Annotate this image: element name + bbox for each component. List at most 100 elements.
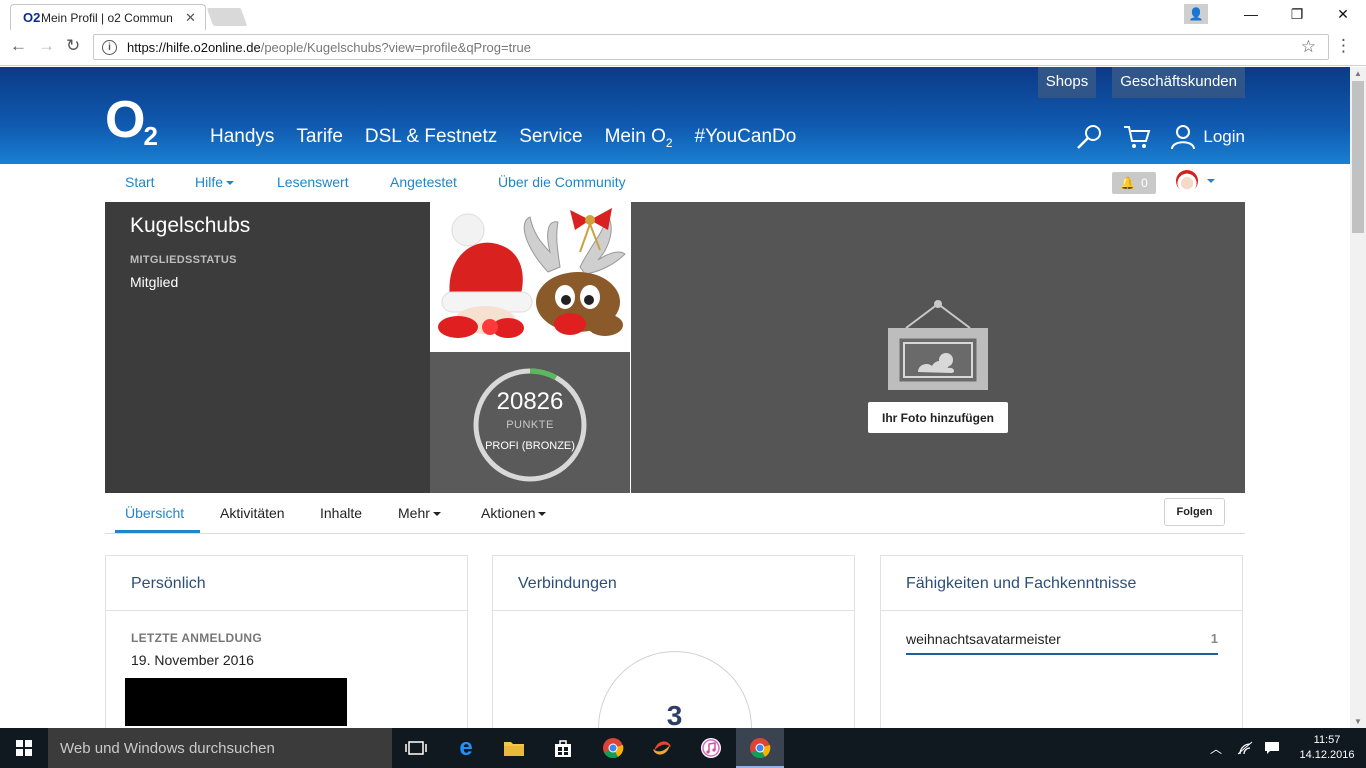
skills-card-title: Fähigkeiten und Fachkenntnisse (881, 556, 1242, 611)
cover-photo-area: Ihr Foto hinzufügen (631, 202, 1245, 493)
subnav-hilfe[interactable]: Hilfe (195, 174, 235, 190)
caret-down-icon (538, 512, 547, 517)
main-nav: Handys Tarife DSL & Festnetz Service Mei… (210, 126, 796, 150)
o2-header: Shops Geschäftskunden O2 Handys Tarife D… (0, 67, 1350, 164)
new-tab-button[interactable] (206, 8, 248, 26)
follow-button[interactable]: Folgen (1164, 498, 1225, 526)
chrome-active-icon (750, 738, 771, 759)
file-explorer-icon[interactable] (502, 736, 526, 760)
windows-start-icon[interactable] (0, 728, 48, 768)
bookmark-star-icon[interactable]: ☆ (1301, 37, 1316, 57)
browser-tab[interactable]: O2 Mein Profil | o2 Commun ✕ (10, 4, 206, 30)
chrome-icon[interactable] (601, 736, 625, 760)
search-icon[interactable] (1075, 123, 1103, 151)
skill-name: weihnachtsavatarmeister (906, 631, 1061, 647)
skill-item[interactable]: weihnachtsavatarmeister 1 (906, 631, 1218, 655)
nav-dsl-festnetz[interactable]: DSL & Festnetz (365, 126, 497, 150)
subnav-lesenswert[interactable]: Lesenswert (277, 174, 349, 190)
santa-reindeer-image (430, 202, 630, 352)
nav-service[interactable]: Service (519, 126, 582, 150)
profile-tabs: Übersicht Aktivitäten Inhalte Mehr Aktio… (105, 493, 1245, 534)
connections-card-title: Verbindungen (493, 556, 854, 611)
action-center-icon[interactable] (1264, 741, 1280, 755)
active-chrome-taskbar-item[interactable] (736, 728, 784, 768)
redacted-block (125, 678, 347, 726)
task-view-icon[interactable] (404, 736, 428, 760)
logo-sub: 2 (143, 121, 158, 151)
wifi-icon[interactable] (1236, 740, 1254, 756)
clock-date: 14.12.2016 (1299, 749, 1355, 761)
points-value: 20826 (496, 388, 564, 415)
forward-arrow-icon[interactable]: → (38, 36, 55, 56)
add-photo-button[interactable]: Ihr Foto hinzufügen (868, 402, 1008, 433)
clock-time: 11:57 (1313, 734, 1341, 746)
restore-icon[interactable]: ❐ (1274, 6, 1320, 23)
user-avatar[interactable] (1176, 170, 1198, 192)
url-path: /people/Kugelschubs?view=profile&qProg=t… (260, 39, 532, 55)
tab-actions[interactable]: Aktionen (481, 505, 547, 521)
tab-actions-label: Aktionen (481, 505, 536, 521)
window-controls: 👤 — ❐ ✕ (1184, 0, 1366, 28)
shops-link[interactable]: Shops (1037, 67, 1097, 98)
nav-mein-o2[interactable]: Mein O2 (605, 126, 673, 150)
cart-icon[interactable] (1123, 124, 1151, 150)
chevron-up-icon[interactable]: ︿ (1210, 740, 1222, 757)
url-input[interactable]: i https://hilfe.o2online.de/people/Kugel… (93, 34, 1329, 60)
profile-name: Kugelschubs (130, 214, 251, 237)
subnav-angetestet[interactable]: Angetestet (390, 174, 457, 190)
personal-card-title: Persönlich (106, 556, 467, 611)
tab-overview[interactable]: Übersicht (125, 505, 184, 521)
back-arrow-icon[interactable]: ← (10, 36, 27, 56)
tab-content[interactable]: Inhalte (320, 505, 362, 521)
o2-logo[interactable]: O2 (105, 91, 158, 149)
close-window-icon[interactable]: ✕ (1320, 6, 1366, 23)
reload-icon[interactable]: ↻ (66, 36, 80, 56)
page-scrollbar[interactable]: ▲ ▼ (1350, 67, 1366, 728)
site-info-icon[interactable]: i (102, 39, 117, 55)
scroll-down-icon[interactable]: ▼ (1354, 717, 1362, 726)
user-icon (1171, 125, 1196, 150)
login-label: Login (1203, 127, 1245, 146)
nav-youcando[interactable]: #YouCanDo (695, 126, 797, 150)
subnav-hilfe-label: Hilfe (195, 174, 224, 190)
login-link[interactable]: Login (1171, 124, 1245, 150)
bell-icon: 🔔 (1120, 176, 1136, 190)
business-customers-link[interactable]: Geschäftskunden (1112, 67, 1245, 98)
tab-more[interactable]: Mehr (398, 505, 441, 521)
last-login-label: LETZTE ANMELDUNG (131, 631, 263, 645)
system-tray: ︿ 11:57 14.12.2016 (1210, 728, 1366, 768)
url-host: https://hilfe.o2online.de (127, 39, 261, 55)
logo-letter: O (105, 91, 145, 149)
skills-card: Fähigkeiten und Fachkenntnisse weihnacht… (880, 555, 1243, 728)
member-status-value: Mitglied (130, 274, 179, 290)
caret-down-icon (432, 512, 441, 517)
tab-activities[interactable]: Aktivitäten (220, 505, 285, 521)
taskbar-search-input[interactable]: Web und Windows durchsuchen (48, 728, 392, 768)
app-swirl-icon[interactable] (650, 736, 674, 760)
address-bar: ← → ↻ i https://hilfe.o2online.de/people… (0, 30, 1366, 66)
taskbar-clock[interactable]: 11:57 14.12.2016 (1288, 733, 1366, 763)
top-links: Shops Geschäftskunden (1037, 67, 1245, 98)
profile-avatar-image (430, 202, 630, 352)
store-icon[interactable] (551, 736, 575, 760)
nav-tarife[interactable]: Tarife (296, 126, 342, 150)
skill-count: 1 (1210, 631, 1218, 646)
last-login-value: 19. November 2016 (131, 652, 254, 668)
edge-icon[interactable]: e (454, 734, 478, 761)
scrollbar-thumb[interactable] (1352, 81, 1364, 233)
avatar-caret-icon[interactable] (1207, 179, 1215, 183)
points-label: PUNKTE (506, 419, 554, 431)
scroll-up-icon[interactable]: ▲ (1354, 69, 1362, 78)
notifications-button[interactable]: 🔔 0 (1112, 172, 1156, 194)
connections-count[interactable]: 3 (493, 700, 856, 728)
points-panel: 20826 PUNKTE PROFI (BRONZE) (430, 352, 630, 493)
chrome-user-icon[interactable]: 👤 (1184, 4, 1208, 24)
header-icons: Login (1075, 123, 1245, 151)
subnav-start[interactable]: Start (125, 174, 155, 190)
itunes-icon[interactable] (699, 736, 723, 760)
tab-close-icon[interactable]: ✕ (185, 10, 196, 26)
chrome-menu-icon[interactable]: ⋮ (1335, 36, 1352, 56)
minimize-icon[interactable]: — (1228, 6, 1274, 22)
nav-handys[interactable]: Handys (210, 126, 274, 150)
subnav-community[interactable]: Über die Community (498, 174, 626, 190)
